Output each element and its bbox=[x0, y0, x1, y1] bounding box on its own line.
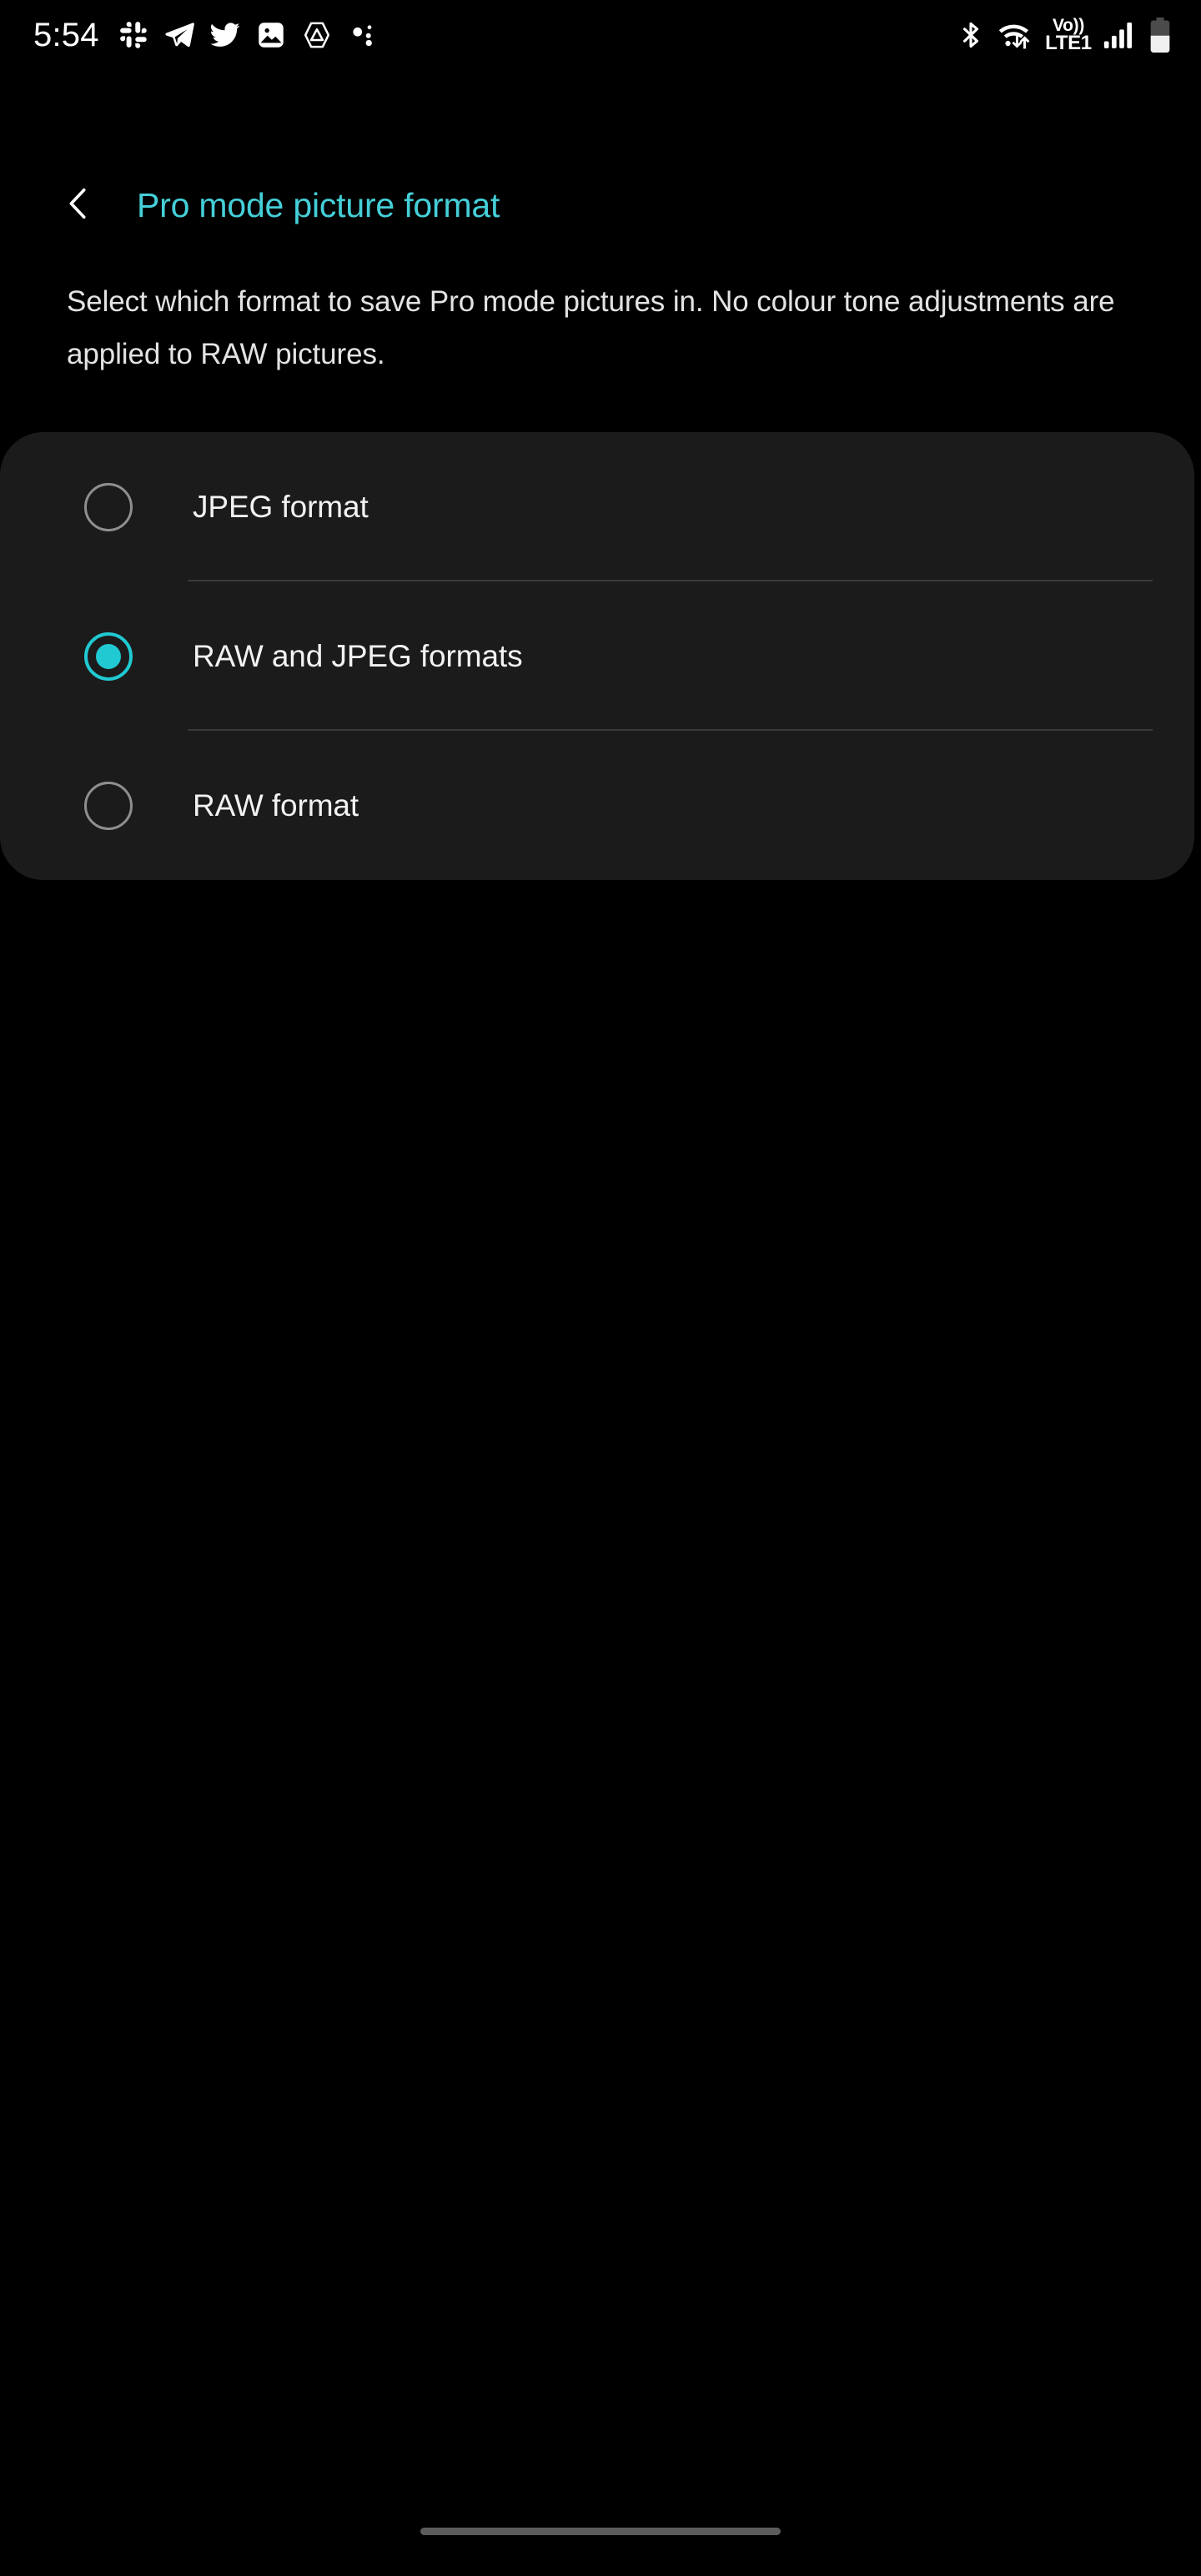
radio-raw-and-jpeg-formats[interactable] bbox=[84, 631, 133, 681]
telegram-icon bbox=[163, 19, 195, 51]
radio-jpeg-format[interactable] bbox=[84, 482, 133, 531]
bluetooth-icon bbox=[956, 20, 986, 50]
options-card: JPEG format RAW and JPEG formats RAW for… bbox=[0, 432, 1194, 880]
navigation-bar bbox=[0, 2503, 1201, 2576]
page-description: Select which format to save Pro mode pic… bbox=[67, 285, 1115, 370]
status-bar-left-group: 5:54 bbox=[33, 18, 379, 52]
volte-bottom-label: LTE1 bbox=[1045, 31, 1092, 54]
wifi-icon bbox=[997, 19, 1033, 51]
status-bar: 5:54 Vo)) LTE1 bbox=[0, 0, 1201, 70]
volte-indicator: Vo)) LTE1 bbox=[1044, 17, 1093, 54]
twitter-icon bbox=[209, 19, 241, 51]
signal-bars-icon bbox=[1103, 21, 1137, 49]
battery-icon bbox=[1148, 18, 1173, 53]
page-title: Pro mode picture format bbox=[137, 185, 500, 224]
home-indicator[interactable] bbox=[420, 2527, 781, 2535]
option-row-raw-format[interactable]: RAW format bbox=[0, 731, 1194, 880]
slack-icon bbox=[118, 19, 149, 51]
chevron-left-icon bbox=[59, 184, 98, 227]
gallery-icon bbox=[255, 19, 287, 51]
option-label-raw-and-jpeg-formats: RAW and JPEG formats bbox=[193, 638, 523, 673]
status-bar-clock: 5:54 bbox=[33, 17, 99, 53]
option-row-raw-and-jpeg-formats[interactable]: RAW and JPEG formats bbox=[0, 581, 1194, 731]
dots-icon bbox=[347, 19, 379, 51]
back-button[interactable] bbox=[38, 165, 118, 245]
radio-dot bbox=[96, 643, 121, 669]
option-row-jpeg-format[interactable]: JPEG format bbox=[0, 432, 1194, 581]
option-label-jpeg-format: JPEG format bbox=[193, 489, 369, 524]
option-label-raw-format: RAW format bbox=[193, 787, 359, 823]
page-header: Pro mode picture format bbox=[0, 164, 1201, 247]
affinity-triangle-icon bbox=[301, 19, 333, 51]
radio-raw-format[interactable] bbox=[84, 781, 133, 830]
status-bar-right-group: Vo)) LTE1 bbox=[956, 17, 1173, 54]
